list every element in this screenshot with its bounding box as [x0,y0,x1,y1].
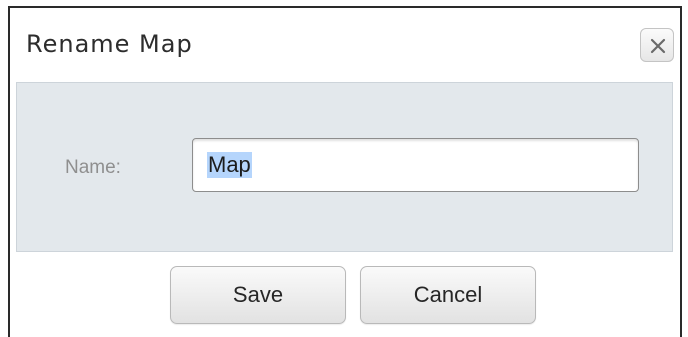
name-input[interactable]: Map [192,138,639,192]
name-input-value[interactable]: Map [207,152,252,178]
cancel-button[interactable]: Cancel [360,266,536,324]
rename-map-dialog: Rename Map Name: Map Save Cancel [8,6,682,337]
save-button[interactable]: Save [170,266,346,324]
dialog-title: Rename Map [26,30,193,58]
dialog-header: Rename Map [10,8,680,82]
name-label: Name: [65,157,121,178]
close-button[interactable] [640,28,674,62]
dialog-body: Name: Map [16,82,673,252]
close-icon [650,38,666,54]
